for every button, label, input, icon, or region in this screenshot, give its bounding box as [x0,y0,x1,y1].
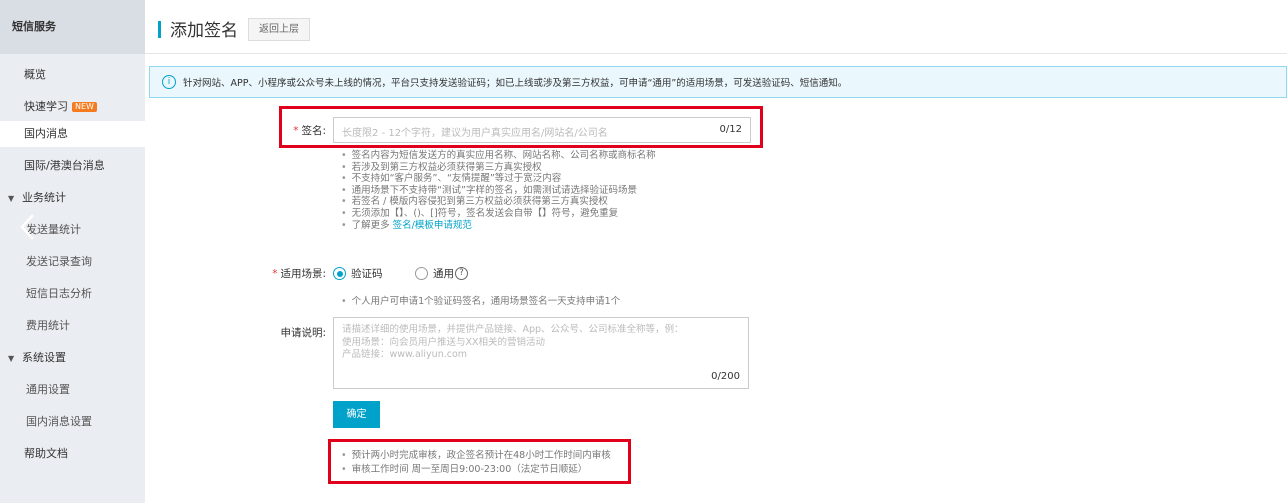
sidebar-item-international[interactable]: 国际/港澳台消息 [0,153,145,179]
sidebar-group-settings[interactable]: ▼ 系统设置 [0,345,145,371]
sidebar-item-label: 业务统计 [22,191,66,204]
sidebar-group-stats[interactable]: ▼ 业务统计 [0,185,145,211]
radio-general[interactable] [415,267,428,280]
back-button[interactable]: 返回上层 [248,18,310,41]
description-label: 申请说明: [280,327,326,339]
caret-down-icon: ▼ [8,194,15,203]
sidebar-item-general-settings[interactable]: 通用设置 [0,377,145,403]
highlight-box-signature [279,106,763,148]
list-item: 通用场景下不支持带“测试”字样的签名，如需测试请选择验证码场景 [341,185,656,197]
sidebar-item-label: 短信日志分析 [26,287,92,300]
info-icon: i [162,75,176,89]
sidebar-header: 短信服务 [0,0,145,54]
list-item: 无须添加【】、()、[]符号，签名发送会自带【】符号，避免重复 [341,208,656,220]
title-bar: 添加签名 返回上层 [145,0,1287,54]
description-placeholder: 请描述详细的使用场景，并提供产品链接、App、公众号、公司标准全称等，例： 使用… [342,324,684,360]
title-accent-bar [158,21,161,38]
signature-tips: 签名内容为短信发送方的真实应用名称、网站名称、公司名称或商标名称 若涉及到第三方… [341,150,656,231]
spec-link[interactable]: 签名/模板申请规范 [393,220,472,231]
radio-label-verification: 验证码 [351,268,383,280]
sidebar-item-send-records[interactable]: 发送记录查询 [0,249,145,275]
caret-down-icon: ▼ [8,354,15,363]
new-badge: NEW [72,102,97,112]
sidebar-item-log-analysis[interactable]: 短信日志分析 [0,281,145,307]
radio-verification-code[interactable] [333,267,346,280]
description-counter: 0/200 [711,371,740,382]
sidebar-item-fee-stats[interactable]: 费用统计 [0,313,145,339]
sidebar-item-domestic[interactable]: 国内消息 [0,121,145,147]
scene-label: * 适用场景: [272,268,326,280]
sidebar-item-domestic-settings[interactable]: 国内消息设置 [0,409,145,435]
sidebar-item-label: 快速学习 [24,100,68,113]
submit-button[interactable]: 确定 [333,401,380,428]
sidebar-item-label: 通用设置 [26,383,70,396]
notice-text: 针对网站、APP、小程序或公众号未上线的情况，平台只支持发送验证码；如已上线或涉… [183,78,848,89]
notice-banner: i 针对网站、APP、小程序或公众号未上线的情况，平台只支持发送验证码；如已上线… [149,66,1287,98]
sidebar-item-quick-learn[interactable]: 快速学习 NEW [0,94,145,120]
scene-tip: 个人用户可申请1个验证码签名，通用场景签名一天支持申请1个 [341,293,621,307]
main-content: 添加签名 返回上层 i 针对网站、APP、小程序或公众号未上线的情况，平台只支持… [145,0,1287,503]
sidebar-item-label: 国内消息 [24,127,68,140]
description-textarea[interactable]: 请描述详细的使用场景，并提供产品链接、App、公众号、公司标准全称等，例： 使用… [333,317,749,389]
list-item: 了解更多 签名/模板申请规范 [341,220,656,232]
sidebar-item-label: 费用统计 [26,319,70,332]
sidebar-item-label: 国内消息设置 [26,415,92,428]
sidebar-item-label: 系统设置 [22,351,66,364]
sidebar-item-help-docs[interactable]: 帮助文档 [0,441,145,467]
sidebar-item-label: 发送记录查询 [26,255,92,268]
help-icon[interactable]: ? [455,267,468,280]
sidebar-item-overview[interactable]: 概览 [0,62,145,88]
highlight-box-review [328,439,631,484]
list-item: 若签名 / 模版内容侵犯到第三方权益必须获得第三方真实授权 [341,196,656,208]
sidebar-item-label: 国际/港澳台消息 [24,159,105,172]
sidebar: 短信服务 概览 快速学习 NEW 国内消息 国际/港澳台消息 ▼ 业务统计 发送量统… [0,0,145,503]
list-item: 若涉及到第三方权益必须获得第三方真实授权 [341,162,656,174]
collapse-arrow-icon[interactable] [18,213,38,241]
page-title: 添加签名 [170,21,238,41]
radio-label-general: 通用 [433,268,454,280]
list-item: 签名内容为短信发送方的真实应用名称、网站名称、公司名称或商标名称 [341,150,656,162]
sidebar-item-label: 概览 [24,68,46,81]
list-item: 不支持如“客户服务”、“友情提醒”等过于宽泛内容 [341,173,656,185]
sidebar-item-label: 帮助文档 [24,447,68,460]
